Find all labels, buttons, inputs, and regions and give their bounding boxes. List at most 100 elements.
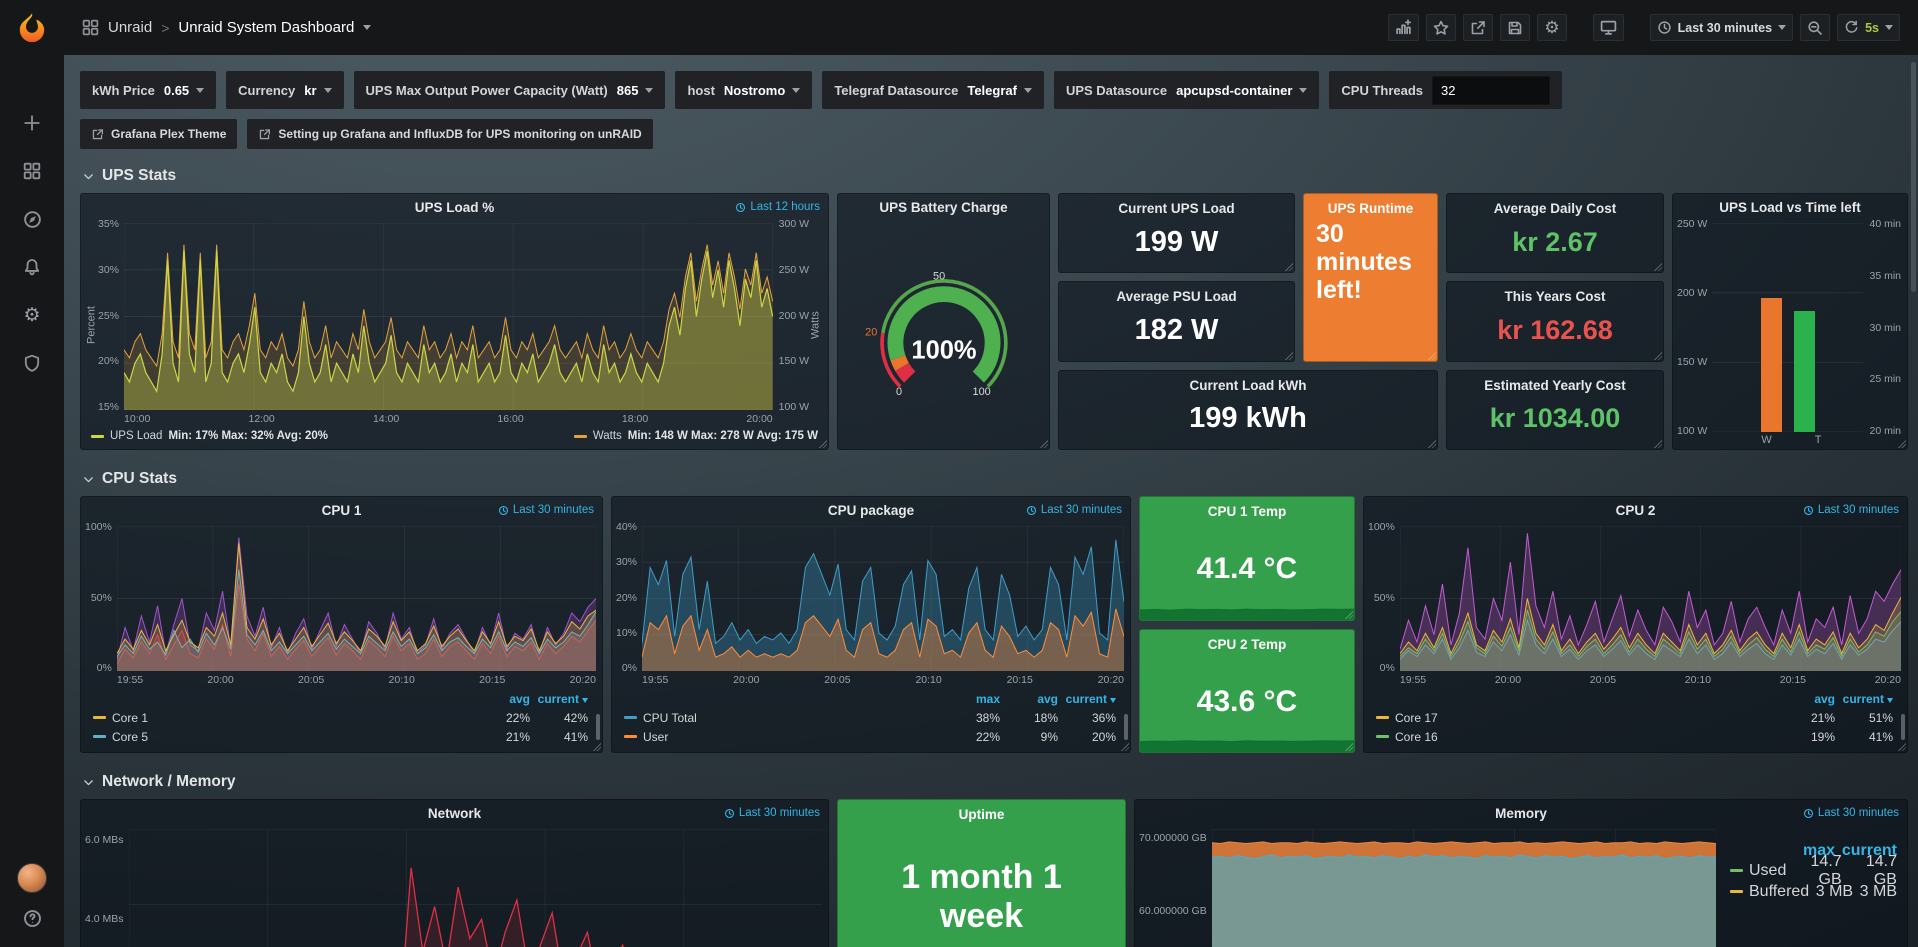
share-button[interactable] — [1463, 14, 1493, 41]
cpu-package-chart[interactable] — [642, 526, 1124, 671]
sidebar-explore-button[interactable] — [0, 197, 64, 241]
legend-series[interactable]: Used — [1730, 862, 1786, 880]
add-panel-button[interactable] — [1388, 14, 1419, 41]
user-avatar[interactable] — [17, 863, 47, 893]
variable-value-dropdown[interactable]: Nostromo — [724, 83, 800, 98]
dashboard-settings-button[interactable]: ⚙ — [1537, 14, 1566, 41]
legend-series[interactable]: Core 1 — [93, 711, 472, 725]
legend-series[interactable]: CPU Total — [624, 711, 942, 725]
page-scrollbar-thumb[interactable] — [1911, 62, 1916, 292]
cpu1-chart[interactable] — [117, 526, 596, 671]
variable-label: host — [687, 83, 714, 98]
panel-this-years-cost: This Years Cost kr 162.68 — [1446, 281, 1664, 361]
variable-value-dropdown[interactable]: apcupsd-container — [1176, 83, 1307, 98]
sidebar-help-button[interactable] — [0, 903, 64, 933]
cpu-threads-input[interactable] — [1432, 76, 1550, 105]
legend-sort-current[interactable]: current — [1058, 692, 1116, 706]
panel-title[interactable]: Uptime — [838, 807, 1125, 822]
section-network-memory[interactable]: Network / Memory — [82, 773, 1908, 791]
ups-bar-chart[interactable] — [1712, 223, 1863, 432]
panel-time-override[interactable]: Last 30 minutes — [1803, 504, 1899, 516]
legend-sort-current[interactable]: current — [530, 692, 588, 706]
external-link-icon — [258, 128, 271, 141]
legend-series[interactable]: Core 5 — [93, 730, 472, 744]
panel-title[interactable]: Average PSU Load — [1059, 289, 1294, 304]
star-button[interactable] — [1426, 14, 1456, 41]
battery-gauge: 0 20 50 100 100% — [838, 221, 1049, 449]
legend-scrollbar[interactable] — [1124, 714, 1128, 740]
panel-title[interactable]: UPS Load vs Time left — [1673, 200, 1907, 215]
variable-value-dropdown[interactable]: 865 — [617, 83, 654, 98]
legend-sort-avg[interactable]: avg — [1000, 692, 1058, 706]
panel-title[interactable]: Current UPS Load — [1059, 201, 1294, 216]
legend-watts[interactable]: Watts Min: 148 W Max: 278 W Avg: 175 W — [574, 430, 818, 442]
panel-time-override[interactable]: Last 30 minutes — [724, 807, 820, 819]
panel-title[interactable]: Network — [81, 806, 828, 821]
stat-value: kr 162.68 — [1447, 304, 1663, 360]
panel-title[interactable]: CPU 1 Temp — [1140, 504, 1354, 519]
legend-table: avg current Core 1 22% 42% Core 5 21% 41… — [81, 688, 602, 752]
dashboard-switcher-caret[interactable] — [363, 25, 371, 30]
panel-title[interactable]: UPS Runtime — [1304, 201, 1437, 216]
breadcrumb-title[interactable]: Unraid System Dashboard — [178, 19, 354, 36]
zoom-out-button[interactable] — [1800, 14, 1830, 41]
time-range-picker[interactable]: Last 30 minutes — [1650, 14, 1793, 41]
variable-cpu-threads: CPU Threads — [1329, 71, 1562, 109]
legend-sort-avg[interactable]: avg — [472, 692, 530, 706]
stat-value: 199 W — [1059, 216, 1294, 272]
link-grafana-plex-theme[interactable]: Grafana Plex Theme — [80, 119, 237, 149]
panel-time-override[interactable]: Last 30 minutes — [1803, 807, 1899, 819]
legend-series[interactable]: User — [624, 730, 942, 744]
panel-title[interactable]: Estimated Yearly Cost — [1447, 378, 1663, 393]
sidebar-configuration-button[interactable]: ⚙ — [0, 293, 64, 337]
legend-sort-avg[interactable]: avg — [1777, 692, 1835, 706]
legend-series[interactable]: Core 17 — [1376, 711, 1777, 725]
network-chart[interactable] — [129, 829, 822, 947]
refresh-interval-caret[interactable] — [1885, 25, 1893, 30]
panel-title[interactable]: This Years Cost — [1447, 289, 1663, 304]
panel-title[interactable]: Current Load kWh — [1059, 378, 1437, 393]
chevron-down-icon — [324, 88, 332, 93]
stat-value: 199 kWh — [1059, 393, 1437, 449]
memory-chart[interactable] — [1212, 829, 1716, 947]
legend-series[interactable]: Buffered — [1730, 883, 1809, 901]
star-icon — [1433, 20, 1449, 36]
section-cpu-stats[interactable]: CPU Stats — [82, 470, 1908, 488]
legend-series[interactable]: Core 16 — [1376, 730, 1777, 744]
grafana-logo[interactable] — [0, 0, 64, 55]
panel-title[interactable]: CPU 2 Temp — [1140, 637, 1354, 652]
legend-scrollbar[interactable] — [596, 714, 600, 740]
external-link-icon — [91, 128, 104, 141]
panel-title[interactable]: UPS Battery Charge — [838, 200, 1049, 215]
panel-time-override[interactable]: Last 30 minutes — [1026, 504, 1122, 516]
variable-value-dropdown[interactable]: kr — [304, 83, 331, 98]
variable-value-dropdown[interactable]: 0.65 — [164, 83, 204, 98]
cpu2-chart[interactable] — [1400, 526, 1901, 671]
legend-row: Used 14.7 GB 14.7 GB — [1730, 860, 1897, 881]
panel-title[interactable]: Average Daily Cost — [1447, 201, 1663, 216]
gear-icon: ⚙ — [1544, 19, 1559, 36]
refresh-button[interactable]: 5s — [1837, 14, 1900, 41]
save-button[interactable] — [1500, 14, 1530, 41]
legend-sort-max[interactable]: max — [942, 692, 1000, 706]
panel-network: Network Last 30 minutes 6.0 MBs 4.0 MBs … — [80, 799, 829, 947]
panel-title[interactable]: UPS Load % — [81, 200, 828, 215]
sidebar-server-admin-button[interactable] — [0, 341, 64, 385]
sidebar-create-button[interactable] — [0, 101, 64, 145]
link-ups-monitoring-guide[interactable]: Setting up Grafana and InfluxDB for UPS … — [247, 119, 652, 149]
sidebar-alerting-button[interactable] — [0, 245, 64, 289]
sidebar-dashboards-button[interactable] — [0, 149, 64, 193]
section-ups-stats[interactable]: UPS Stats — [82, 167, 1908, 185]
ups-load-chart[interactable] — [124, 223, 773, 410]
variable-value-dropdown[interactable]: Telegraf — [967, 83, 1032, 98]
legend-scrollbar[interactable] — [1901, 714, 1905, 740]
legend-sort-current[interactable]: current — [1835, 692, 1893, 706]
panel-title[interactable]: Memory — [1135, 806, 1907, 821]
x-axis: 19:5520:00 20:0520:10 20:1520:20 — [642, 671, 1124, 688]
cycle-view-mode-button[interactable] — [1593, 14, 1624, 41]
y-axis-left: 40% 30% 20% 10% 0% — [616, 521, 637, 693]
panel-time-override[interactable]: Last 12 hours — [735, 201, 820, 213]
legend-ups-load[interactable]: UPS Load Min: 17% Max: 32% Avg: 20% — [91, 430, 328, 442]
panel-time-override[interactable]: Last 30 minutes — [498, 504, 594, 516]
breadcrumb-folder[interactable]: Unraid — [108, 19, 152, 36]
